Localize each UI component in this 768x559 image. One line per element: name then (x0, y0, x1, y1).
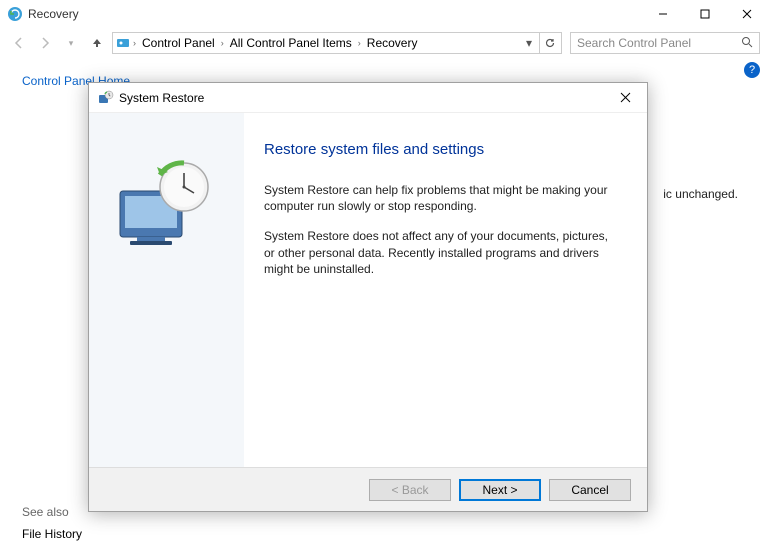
dialog-paragraph-1: System Restore can help fix problems tha… (264, 182, 615, 214)
close-button[interactable] (726, 0, 768, 28)
recovery-icon (6, 5, 24, 23)
crumb-1[interactable]: Control Panel (138, 36, 219, 50)
refresh-button[interactable] (539, 33, 559, 53)
dialog-title: System Restore (115, 91, 204, 105)
crumb-2[interactable]: All Control Panel Items (226, 36, 356, 50)
next-button[interactable]: Next > (459, 479, 541, 501)
search-placeholder: Search Control Panel (577, 36, 741, 50)
chevron-right-icon: › (358, 38, 361, 48)
system-restore-icon (97, 89, 115, 107)
back-arrow[interactable] (8, 32, 30, 54)
chevron-right-icon: › (221, 38, 224, 48)
system-restore-dialog: System Restore Restore system files and … (88, 82, 648, 512)
cancel-button[interactable]: Cancel (549, 479, 631, 501)
help-icon[interactable]: ? (744, 62, 760, 78)
system-restore-illustration (112, 153, 222, 263)
search-icon (741, 36, 753, 51)
forward-arrow[interactable] (34, 32, 56, 54)
up-arrow[interactable] (86, 32, 108, 54)
window-title: Recovery (24, 7, 79, 21)
search-input[interactable]: Search Control Panel (570, 32, 760, 54)
file-history-link[interactable]: File History (22, 527, 82, 541)
dialog-sidebar (89, 113, 244, 467)
recent-chevron[interactable]: ▾ (60, 32, 82, 54)
control-panel-icon (115, 35, 131, 51)
background-text: ic unchanged. (663, 187, 738, 201)
dialog-close-button[interactable] (611, 87, 639, 109)
dialog-heading: Restore system files and settings (264, 141, 615, 158)
maximize-button[interactable] (684, 0, 726, 28)
crumb-3[interactable]: Recovery (363, 36, 422, 50)
address-expand[interactable]: ▾ (521, 33, 537, 53)
dialog-paragraph-2: System Restore does not affect any of yo… (264, 228, 615, 277)
chevron-right-icon: › (133, 38, 136, 48)
minimize-button[interactable] (642, 0, 684, 28)
breadcrumb[interactable]: › Control Panel › All Control Panel Item… (112, 32, 562, 54)
see-also-label: See also (22, 505, 69, 519)
back-button: < Back (369, 479, 451, 501)
dialog-button-row: < Back Next > Cancel (89, 467, 647, 511)
